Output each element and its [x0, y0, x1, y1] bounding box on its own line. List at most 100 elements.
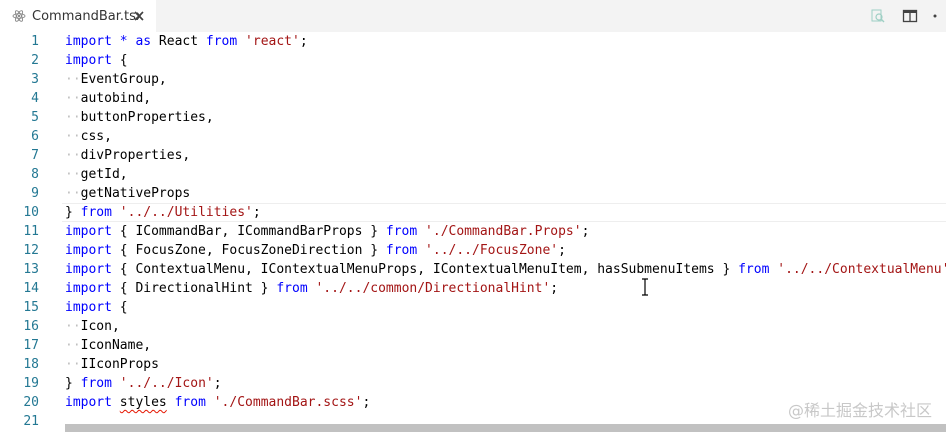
- code-line[interactable]: } from '../../Utilities';: [65, 203, 946, 222]
- code-line[interactable]: import * as React from 'react';: [65, 32, 946, 51]
- horizontal-scrollbar[interactable]: [65, 424, 946, 432]
- code-editor[interactable]: 1 2 3 4 5 6 7 8 9 10 11 12 13 14 15 16 17 18 19 20 21 import…: [0, 32, 946, 433]
- whitespace-marker: ··: [65, 319, 81, 334]
- line-number: 10: [23, 205, 39, 220]
- line-number: 9: [31, 186, 39, 201]
- code-token: ;: [558, 243, 566, 258]
- code-line[interactable]: ··getNativeProps: [65, 184, 946, 203]
- editor-actions: [868, 6, 946, 26]
- code-token: css,: [80, 129, 112, 144]
- string-token: '../../Icon': [119, 376, 214, 391]
- keyword-token: from: [80, 205, 112, 220]
- line-number: 14: [23, 281, 39, 296]
- open-changes-icon[interactable]: [868, 6, 888, 26]
- code-token: ;: [550, 281, 559, 296]
- code-line[interactable]: ··getId,: [65, 165, 946, 184]
- string-token: './CommandBar.scss': [213, 395, 363, 410]
- whitespace-marker: ··: [65, 129, 81, 144]
- code-area[interactable]: import * as React from 'react'; import {·…: [65, 32, 946, 431]
- code-token: ;: [581, 224, 590, 239]
- string-token: 'react': [245, 34, 300, 49]
- tab-bar: CommandBar.tsx: [0, 0, 946, 32]
- close-icon[interactable]: [132, 9, 146, 23]
- keyword-token: import: [65, 243, 112, 258]
- line-number: 6: [31, 129, 39, 144]
- whitespace-marker: ··: [65, 338, 81, 353]
- line-number-gutter: 1 2 3 4 5 6 7 8 9 10 11 12 13 14 15 16 17 18 19 20 21: [0, 32, 50, 431]
- code-line[interactable]: ··Icon,: [65, 317, 946, 336]
- code-token: ;: [213, 376, 222, 391]
- keyword-token: *: [119, 34, 128, 49]
- whitespace-marker: ··: [65, 186, 81, 201]
- code-token: IconName,: [80, 338, 152, 353]
- tab-filename: CommandBar.tsx: [32, 8, 144, 24]
- editor-window: CommandBar.tsx 1 2 3 4 5 6 7 8 9 10 11 1…: [0, 0, 946, 433]
- whitespace-marker: ··: [65, 110, 81, 125]
- line-number: 17: [23, 338, 39, 353]
- text-cursor-icon: [640, 278, 650, 296]
- code-line[interactable]: import {: [65, 298, 946, 317]
- code-token: divProperties,: [80, 148, 191, 163]
- code-token: ;: [299, 34, 308, 49]
- code-line[interactable]: ··css,: [65, 127, 946, 146]
- keyword-token: import: [65, 395, 112, 410]
- whitespace-marker: ··: [65, 91, 81, 106]
- code-token: { ICommandBar, ICommandBarProps }: [111, 224, 386, 239]
- line-number: 2: [31, 53, 39, 68]
- code-line[interactable]: ··EventGroup,: [65, 70, 946, 89]
- split-editor-icon[interactable]: [900, 6, 920, 26]
- tab-commandbar-tsx[interactable]: CommandBar.tsx: [0, 0, 157, 32]
- code-token: }: [65, 376, 81, 391]
- code-line[interactable]: ··divProperties,: [65, 146, 946, 165]
- keyword-token: import: [65, 262, 112, 277]
- whitespace-marker: ··: [65, 357, 81, 372]
- code-token: getId,: [80, 167, 128, 182]
- string-token: '../../Utilities': [119, 205, 253, 220]
- code-line[interactable]: import { DirectionalHint } from '../../c…: [65, 279, 946, 298]
- line-number: 15: [23, 300, 39, 315]
- code-token: buttonProperties,: [80, 110, 214, 125]
- code-line[interactable]: import { ContextualMenu, IContextualMenu…: [65, 260, 946, 279]
- code-line[interactable]: import { FocusZone, FocusZoneDirection }…: [65, 241, 946, 260]
- code-token: ;: [252, 205, 261, 220]
- code-token: IIconProps: [80, 357, 159, 372]
- string-token: '../../FocusZone': [425, 243, 559, 258]
- code-line[interactable]: ··autobind,: [65, 89, 946, 108]
- error-squiggle-token: styles: [119, 395, 167, 410]
- keyword-token: import: [65, 34, 112, 49]
- code-line[interactable]: ··buttonProperties,: [65, 108, 946, 127]
- keyword-token: from: [276, 281, 308, 296]
- code-line[interactable]: } from '../../Icon';: [65, 374, 946, 393]
- line-number: 20: [23, 395, 39, 410]
- keyword-token: from: [174, 395, 206, 410]
- keyword-token: from: [385, 243, 418, 258]
- whitespace-marker: ··: [65, 148, 81, 163]
- code-token: }: [65, 205, 81, 220]
- more-actions-icon[interactable]: [932, 6, 946, 26]
- line-number: 18: [23, 357, 39, 372]
- code-line[interactable]: import {: [65, 51, 946, 70]
- code-token: { ContextualMenu, IContextualMenuProps, …: [111, 262, 739, 277]
- string-token: '../../ContextualMenu': [777, 262, 946, 277]
- code-token: { FocusZone, FocusZoneDirection }: [111, 243, 386, 258]
- keyword-token: from: [738, 262, 770, 277]
- keyword-token: import: [65, 53, 112, 68]
- line-number: 5: [31, 110, 39, 125]
- line-number: 7: [31, 148, 39, 163]
- line-number: 4: [31, 91, 39, 106]
- code-token: getNativeProps: [80, 186, 191, 201]
- code-token: autobind,: [80, 91, 152, 106]
- code-token: {: [111, 300, 128, 315]
- code-line[interactable]: ··IIconProps: [65, 355, 946, 374]
- line-number: 13: [23, 262, 39, 277]
- line-number: 8: [31, 167, 39, 182]
- code-line[interactable]: ··IconName,: [65, 336, 946, 355]
- code-token: { DirectionalHint }: [111, 281, 277, 296]
- code-line[interactable]: import { ICommandBar, ICommandBarProps }…: [65, 222, 946, 241]
